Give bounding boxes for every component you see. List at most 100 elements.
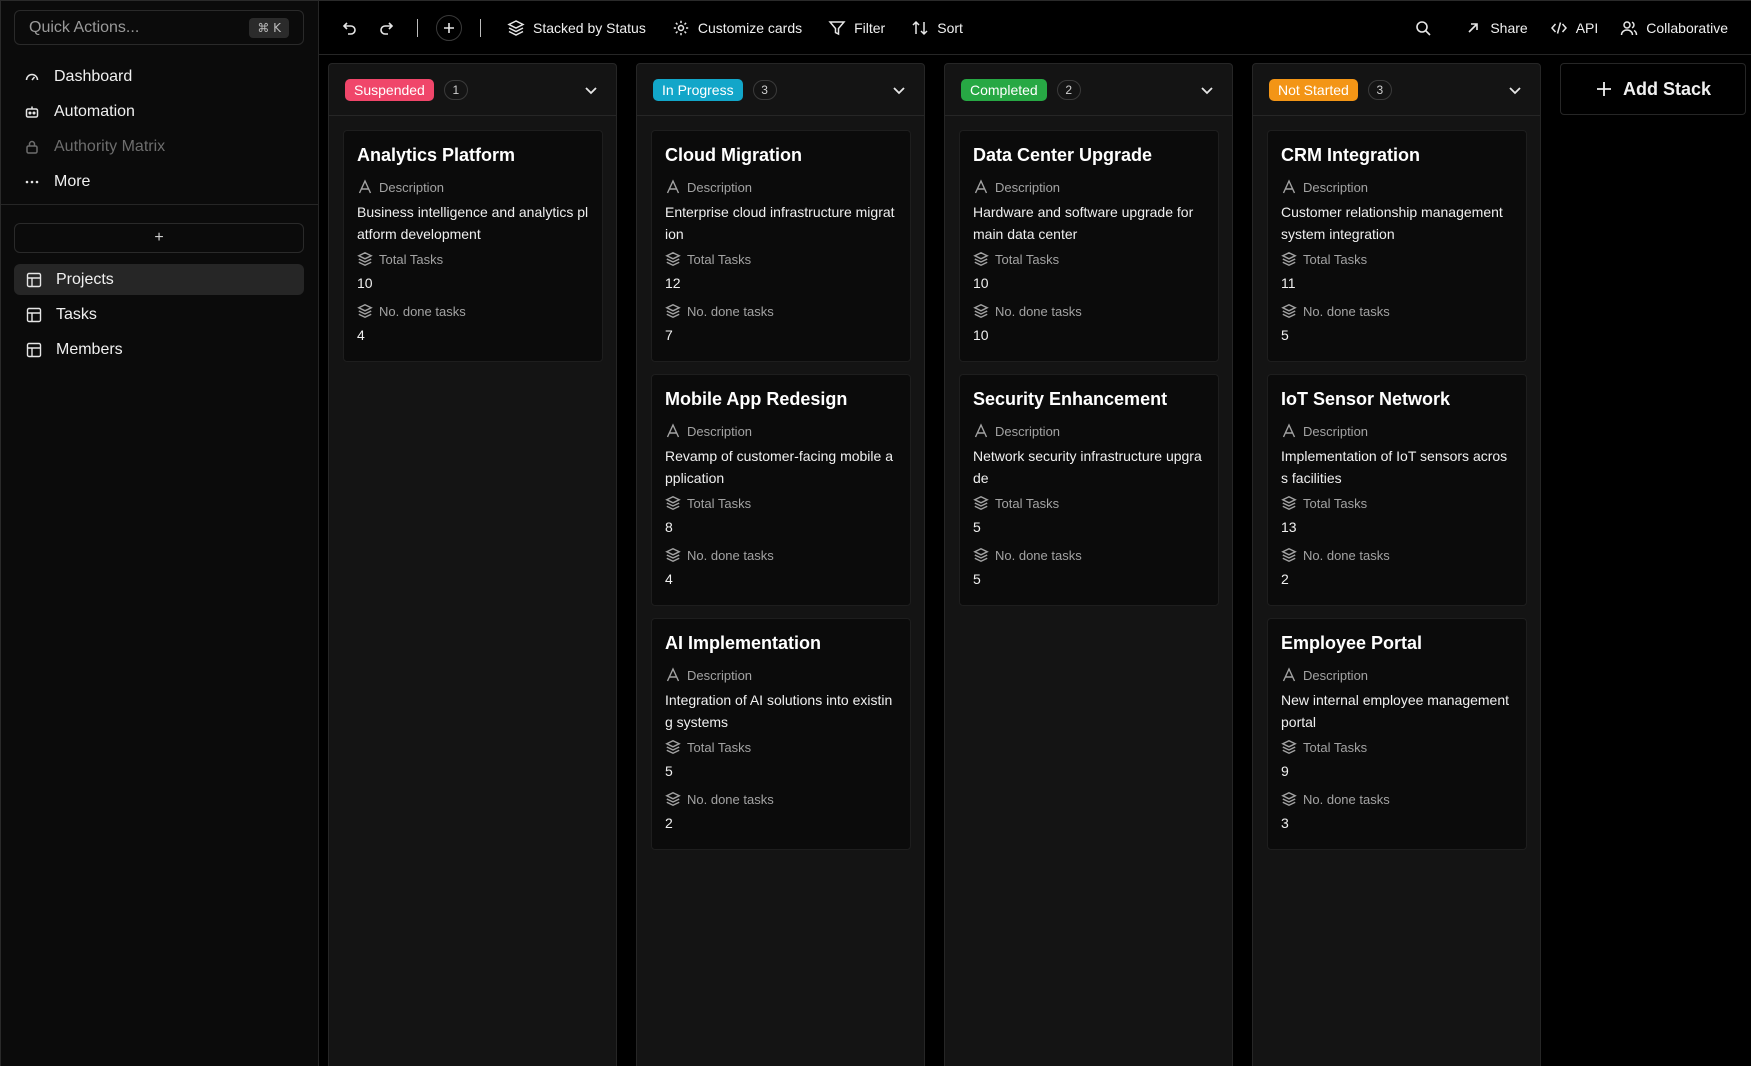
sidebar-item-automation[interactable]: Automation <box>14 94 304 129</box>
redo-button[interactable] <box>377 13 403 43</box>
status-badge[interactable]: Suspended <box>345 78 434 101</box>
text-field-icon <box>665 179 681 195</box>
sort-label: Sort <box>937 19 963 36</box>
kanban-board: Add Stack Suspended 1 Analytics Platform De… <box>319 55 1751 1066</box>
field-label-text: Description <box>1303 667 1369 683</box>
customize-cards-button[interactable]: Customize cards <box>672 13 802 43</box>
project-card[interactable]: Security Enhancement Description Network s… <box>959 374 1219 606</box>
text-field-icon <box>665 667 681 683</box>
project-card[interactable]: Cloud Migration Description Enterprise clo… <box>651 130 911 362</box>
project-card[interactable]: Employee Portal Description New internal e… <box>1267 618 1527 850</box>
project-card[interactable]: CRM Integration Description Customer relat… <box>1267 130 1527 362</box>
stacked-by-button[interactable]: Stacked by Status <box>507 13 646 43</box>
api-button[interactable]: API <box>1550 13 1598 43</box>
stack-header: Not Started 3 <box>1253 64 1540 116</box>
chevron-down-icon[interactable] <box>1506 81 1524 99</box>
done-tasks-field-label: No. done tasks <box>665 546 897 564</box>
status-badge[interactable]: In Progress <box>653 78 743 101</box>
done-tasks-value: 4 <box>357 327 365 343</box>
filter-label: Filter <box>854 19 886 36</box>
redo-icon <box>377 19 395 37</box>
total-tasks-value: 10 <box>973 275 989 291</box>
field-label-text: No. done tasks <box>379 303 466 319</box>
card-description: Revamp of customer-facing mobile applica… <box>665 448 893 486</box>
field-label-text: No. done tasks <box>687 791 774 807</box>
layers-icon <box>665 739 681 755</box>
field-label-text: Description <box>687 423 753 439</box>
sidebar-item-authority-matrix[interactable]: Authority Matrix <box>14 129 304 164</box>
field-label-text: Total Tasks <box>687 495 752 511</box>
more-dots-icon <box>24 174 40 190</box>
field-label-text: Description <box>687 667 753 683</box>
done-tasks-value: 3 <box>1281 815 1289 831</box>
field-label-text: Total Tasks <box>687 251 752 267</box>
done-tasks-field-label: No. done tasks <box>973 302 1205 320</box>
chevron-down-icon[interactable] <box>890 81 908 99</box>
toolbar-divider <box>417 18 418 37</box>
sort-button[interactable]: Sort <box>911 13 963 43</box>
collaborative-button[interactable]: Collaborative <box>1620 13 1728 43</box>
layers-icon <box>507 19 525 37</box>
table-icon <box>26 307 42 323</box>
layers-icon <box>973 547 989 563</box>
field-label-text: Description <box>1303 179 1369 195</box>
total-tasks-value: 8 <box>665 519 673 535</box>
done-tasks-value: 7 <box>665 327 673 343</box>
layers-icon <box>665 251 681 267</box>
quick-actions-input[interactable]: Quick Actions... ⌘ K <box>14 10 304 45</box>
description-field-label: Description <box>1281 666 1513 684</box>
chevron-down-icon[interactable] <box>1198 81 1216 99</box>
project-card[interactable]: AI Implementation Description Integration … <box>651 618 911 850</box>
stack-suspended: Suspended 1 Analytics Platform Description B… <box>328 63 617 1066</box>
sidebar-item-more[interactable]: More <box>14 164 304 199</box>
field-label-text: Description <box>995 423 1061 439</box>
field-label-text: No. done tasks <box>687 303 774 319</box>
sidebar-item-members[interactable]: Members <box>14 334 304 365</box>
add-stack-button[interactable]: Add Stack <box>1560 63 1746 115</box>
total-tasks-value: 5 <box>665 763 673 779</box>
card-description: Implementation of IoT sensors across fac… <box>1281 448 1508 486</box>
search-button[interactable] <box>1414 13 1440 43</box>
filter-button[interactable]: Filter <box>828 13 885 43</box>
field-label-text: Description <box>687 179 753 195</box>
sidebar-item-projects[interactable]: Projects <box>14 264 304 295</box>
add-record-button[interactable] <box>436 14 462 41</box>
gear-icon <box>672 19 690 37</box>
share-button[interactable]: Share <box>1464 13 1528 43</box>
sidebar-divider <box>1 204 319 205</box>
sidebar-item-label: Projects <box>56 270 114 288</box>
sidebar-item-dashboard[interactable]: Dashboard <box>14 59 304 94</box>
status-badge[interactable]: Completed <box>961 78 1047 101</box>
total-tasks-value: 12 <box>665 275 681 291</box>
filter-icon <box>828 19 846 37</box>
undo-button[interactable] <box>341 13 367 43</box>
project-card[interactable]: Mobile App Redesign Description Revamp of … <box>651 374 911 606</box>
done-tasks-field-label: No. done tasks <box>665 302 897 320</box>
layers-icon <box>665 495 681 511</box>
sort-arrows-icon <box>911 19 929 37</box>
field-label-text: Total Tasks <box>995 251 1060 267</box>
toolbar-divider <box>480 18 481 37</box>
project-card[interactable]: Analytics Platform Description Business in… <box>343 130 603 362</box>
layers-icon <box>973 303 989 319</box>
card-title: Security Enhancement <box>973 389 1168 409</box>
card-description: Integration of AI solutions into existin… <box>665 692 893 730</box>
add-table-button[interactable]: + <box>14 223 304 253</box>
status-badge[interactable]: Not Started <box>1269 78 1358 101</box>
stack-count-badge: 3 <box>752 79 777 100</box>
total-tasks-field-label: Total Tasks <box>973 250 1205 268</box>
done-tasks-value: 2 <box>665 815 673 831</box>
field-label-text: No. done tasks <box>1303 547 1390 563</box>
card-description: Hardware and software upgrade for main d… <box>973 204 1194 242</box>
chevron-down-icon[interactable] <box>582 81 600 99</box>
description-field-label: Description <box>1281 178 1513 196</box>
project-card[interactable]: Data Center Upgrade Description Hardware a… <box>959 130 1219 362</box>
done-tasks-value: 5 <box>973 571 981 587</box>
total-tasks-value: 13 <box>1281 519 1297 535</box>
total-tasks-value: 10 <box>357 275 373 291</box>
sidebar-item-label: Members <box>56 340 123 358</box>
stack-count-badge: 3 <box>1367 79 1392 100</box>
sidebar-item-tasks[interactable]: Tasks <box>14 299 304 330</box>
project-card[interactable]: IoT Sensor Network Description Implementat… <box>1267 374 1527 606</box>
description-field-label: Description <box>973 178 1205 196</box>
